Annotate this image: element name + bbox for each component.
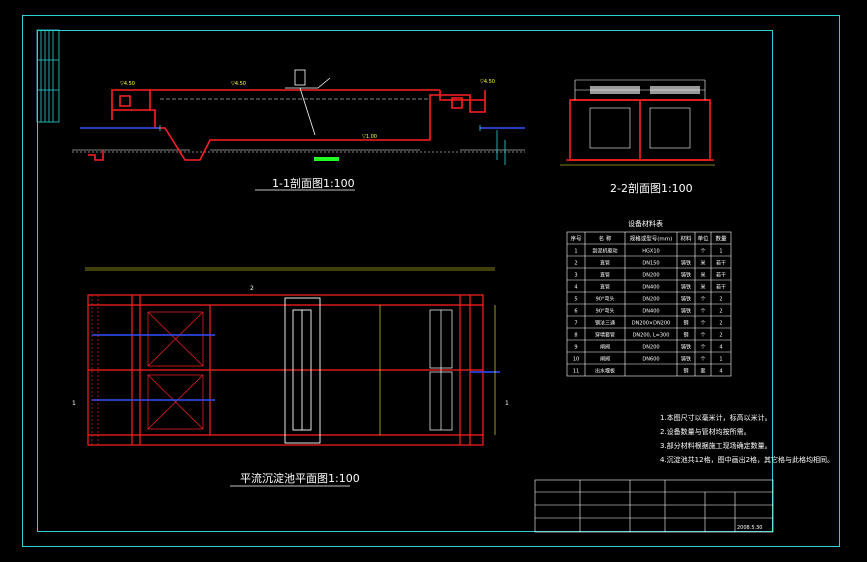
table-cell: 刮泥机驱动 <box>592 248 617 255</box>
section-2-2-title: 2-2剖面图1:100 <box>610 181 693 195</box>
table-header-cell: 序号 <box>570 235 582 243</box>
side-mark-left: 1 <box>72 400 76 407</box>
plan-title: 平流沉淀池平面图1:100 <box>240 471 360 485</box>
table-cell: 个 <box>700 249 705 255</box>
side-mark-right: 1 <box>505 400 509 407</box>
table-cell: 钢 <box>683 320 688 327</box>
table-cell: 米 <box>700 272 705 279</box>
section-1-1-title: 1-1剖面图1:100 <box>272 176 355 190</box>
table-cell: 7 <box>574 321 577 327</box>
table-cell: DN200×DN200 <box>632 321 670 327</box>
table-cell: 8 <box>574 333 577 339</box>
table-header-cell: 数量 <box>715 235 727 243</box>
table-cell: 个 <box>700 309 705 315</box>
table-cell: 若干 <box>716 260 726 267</box>
table-cell: 90°弯头 <box>596 308 615 315</box>
table-cell: 4 <box>574 285 577 291</box>
table-cell: 10 <box>573 357 579 363</box>
table-cell: 直管 <box>600 272 610 279</box>
table-cell: 个 <box>700 345 705 351</box>
table-cell: DN200, L=300 <box>633 333 670 339</box>
table-cell: 闸阀 <box>600 344 610 351</box>
table-cell: 穿墙套管 <box>595 332 615 339</box>
table-cell: 铸铁 <box>681 284 691 291</box>
table-cell: 5 <box>574 297 577 303</box>
svg-text:▽1.00: ▽1.00 <box>362 134 377 140</box>
table-cell: 2 <box>719 297 722 303</box>
table-cell: 4 <box>719 345 722 351</box>
table-cell: 米 <box>700 284 705 291</box>
table-cell: 2 <box>719 309 722 315</box>
table-cell: 直管 <box>600 260 610 267</box>
table-cell: 2 <box>574 261 577 267</box>
table-header-cell: 名 称 <box>599 235 612 243</box>
table-header-cell: 材料 <box>680 235 692 243</box>
table-cell: 1 <box>719 249 722 255</box>
table-cell: 1 <box>719 357 722 363</box>
table-cell: 钢 <box>683 332 688 339</box>
top-mark-2: 2 <box>250 285 254 292</box>
table-cell: DN400 <box>642 285 659 291</box>
section-2-2: 2-2剖面图1:100 <box>560 79 715 195</box>
svg-text:▽4.50: ▽4.50 <box>480 79 495 85</box>
note-4: 4.沉淀池共12格，图中画出2格，其它格与此格均相同。 <box>660 455 834 464</box>
table-cell: 闸阀 <box>600 356 610 363</box>
table-cell: 铸铁 <box>681 296 691 303</box>
table-cell: 钢 <box>683 368 688 375</box>
table-cell: 若干 <box>716 272 726 279</box>
notes: 1.本图尺寸以毫米计，标高以米计。 2.设备数量与管材均按所需。 3.部分材料根… <box>660 413 834 464</box>
equipment-table: 设备材料表 序号 名 称 规格或型号(mm) 材料 单位 数量 1 刮泥机驱动 HGX10 个 1 2… <box>566 219 732 377</box>
table-cell: DN600 <box>642 357 659 363</box>
table-cell: 铸铁 <box>681 308 691 315</box>
svg-text:▽4.50: ▽4.50 <box>231 81 246 87</box>
note-2: 2.设备数量与管材均按所需。 <box>660 427 751 436</box>
table-cell: 4 <box>719 369 722 375</box>
table-cell: 米 <box>700 260 705 267</box>
table-cell: 套 <box>700 368 705 375</box>
table-cell: 铸铁 <box>681 344 691 351</box>
table-cell: DN400 <box>642 309 659 315</box>
table-cell: 90°弯头 <box>596 296 615 303</box>
table-cell: HGX10 <box>642 249 659 255</box>
table-cell: 钢法三通 <box>595 320 615 327</box>
table-cell: 2 <box>719 333 722 339</box>
table-cell: 9 <box>574 345 577 351</box>
table-cell: 铸铁 <box>681 272 691 279</box>
binding-strip <box>36 29 60 123</box>
note-1: 1.本图尺寸以毫米计，标高以米计。 <box>660 413 772 422</box>
table-cell: 1 <box>574 249 577 255</box>
table-cell: 若干 <box>716 284 726 291</box>
table-cell: 3 <box>574 273 577 279</box>
cad-drawing: ▽4.50 ▽4.50 ▽4.50 ▽1.00 1-1剖面图1:100 2-2剖… <box>36 29 834 533</box>
svg-text:▽4.50: ▽4.50 <box>120 81 135 87</box>
table-cell: 个 <box>700 297 705 303</box>
table-cell: DN200 <box>642 297 659 303</box>
table-cell: 个 <box>700 357 705 363</box>
table-cell: 11 <box>573 369 579 375</box>
plan-view: 1 1 2 平流沉淀池平面图1:100 <box>72 267 509 487</box>
table-cell: 铸铁 <box>681 260 691 267</box>
table-cell: 个 <box>700 321 705 327</box>
table-cell: 铸铁 <box>681 356 691 363</box>
table-header-cell: 单位 <box>697 235 709 243</box>
table-cell: 6 <box>574 309 577 315</box>
table-cell: 直管 <box>600 284 610 291</box>
note-3: 3.部分材料根据施工现场确定数量。 <box>660 441 772 450</box>
table-cell: DN200 <box>642 345 659 351</box>
table-cell: DN200 <box>642 273 659 279</box>
table-cell: DN150 <box>642 261 659 267</box>
table-cell: 2 <box>719 321 722 327</box>
section-1-1: ▽4.50 ▽4.50 ▽4.50 ▽1.00 1-1剖面图1:100 <box>72 69 525 191</box>
title-block-date: 2008.5.30 <box>737 525 762 531</box>
table-cell: 个 <box>700 333 705 339</box>
table-cell: 出水堰板 <box>595 368 615 375</box>
table-header-cell: 规格或型号(mm) <box>630 235 673 243</box>
table-title: 设备材料表 <box>628 219 663 228</box>
